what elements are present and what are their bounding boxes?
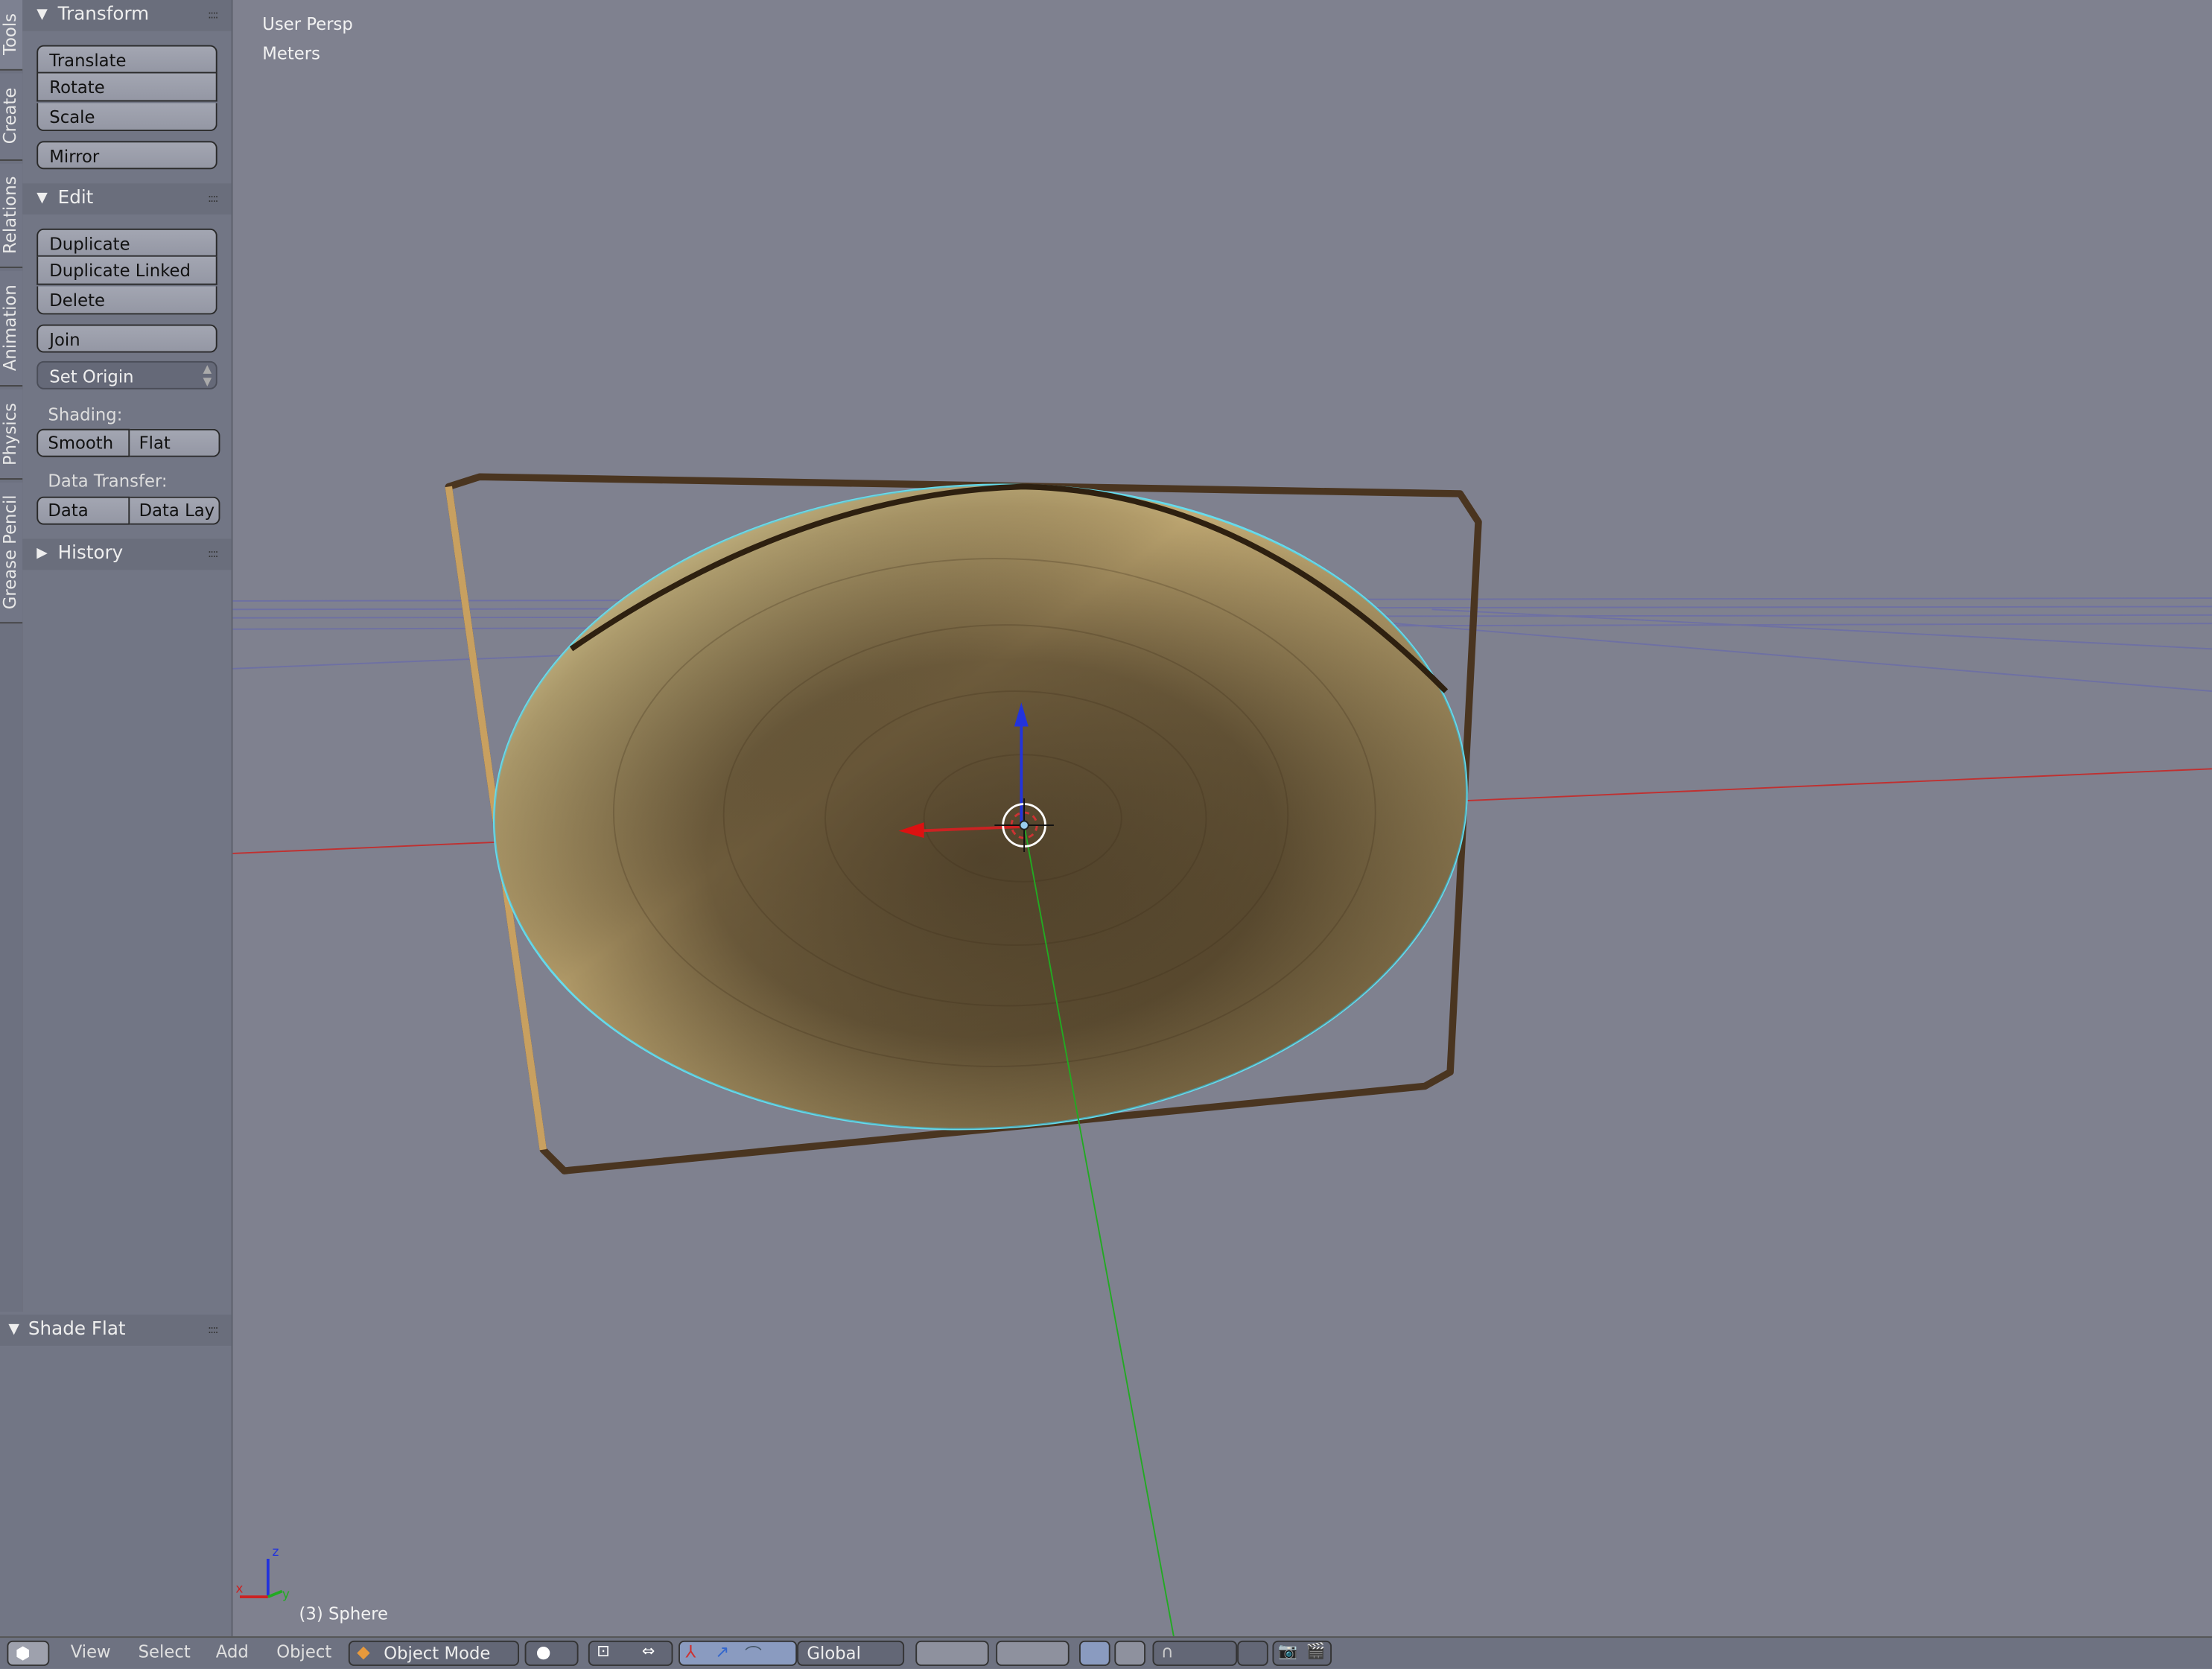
snap-target-icon[interactable] xyxy=(1237,1640,1268,1666)
set-origin-dropdown[interactable]: Set Origin ▲ ▼ xyxy=(36,360,217,390)
y-axis-label: y xyxy=(282,1588,290,1603)
transform-panel-header[interactable]: ▼ Transform:::: xyxy=(22,0,232,31)
mode-dropdown[interactable]: ◆ Object Mode xyxy=(348,1640,520,1666)
magnet-icon: ∩ xyxy=(1160,1641,1174,1662)
mirror-button[interactable]: Mirror xyxy=(36,141,217,170)
scale-manipulator-icon: ⌒ xyxy=(745,1644,762,1665)
z-axis-label: z xyxy=(272,1545,279,1560)
duplicate-linked-button[interactable]: Duplicate Linked xyxy=(36,256,217,285)
object-info: (3) Sphere xyxy=(299,1603,389,1624)
join-button[interactable]: Join xyxy=(36,324,217,353)
operator-panel: ▼ Shade Flat:::: xyxy=(0,1312,233,1637)
shade-flat-panel-header[interactable]: ▼ Shade Flat:::: xyxy=(0,1314,232,1346)
panel-title: History xyxy=(57,543,124,565)
updown-arrows-icon: ▲ ▼ xyxy=(203,362,212,388)
camera-icon: 📷 xyxy=(1278,1641,1298,1661)
smooth-button[interactable]: Smooth xyxy=(36,428,130,457)
scale-button[interactable]: Scale xyxy=(36,103,217,132)
snap-buttons[interactable]: ∩ xyxy=(1152,1640,1238,1666)
scene xyxy=(232,473,2212,1637)
data-layout-button[interactable]: Data Lay xyxy=(129,496,220,525)
orientation-label: Global xyxy=(807,1643,861,1664)
tab-create[interactable]: Create xyxy=(0,73,23,161)
edit-panel-header[interactable]: ▼ Edit:::: xyxy=(22,183,232,214)
tab-relations[interactable]: Relations xyxy=(0,163,23,268)
manipulator-type-buttons[interactable]: ⅄ ↗ ⌒ xyxy=(678,1640,798,1666)
data-transfer-buttons: Data Data Lay xyxy=(36,496,220,525)
object-mode-icon: ◆ xyxy=(357,1641,370,1662)
menu-select[interactable]: Select xyxy=(139,1642,191,1662)
collapse-arrow-icon: ▼ xyxy=(8,1321,19,1338)
expand-arrow-icon: ▶ xyxy=(36,546,48,562)
rotate-button[interactable]: Rotate xyxy=(36,73,217,102)
tool-tabs: Tools Create Relations Animation Physics… xyxy=(0,0,25,1312)
sphere-mesh xyxy=(493,483,1468,1131)
translate-button[interactable]: Translate xyxy=(36,45,217,74)
shading-label: Shading: xyxy=(48,404,123,425)
manipulator-toggle-icon: ⇔ xyxy=(641,1641,655,1661)
menu-add[interactable]: Add xyxy=(216,1642,249,1662)
delete-button[interactable]: Delete xyxy=(36,286,217,315)
tab-grease-pencil[interactable]: Grease Pencil xyxy=(0,482,23,624)
orientation-dropdown[interactable]: Global xyxy=(797,1640,905,1666)
drag-grip-icon[interactable]: :::: xyxy=(208,539,219,570)
history-panel-header[interactable]: ▶ History:::: xyxy=(22,538,232,570)
translate-manipulator-icon: ⅄ xyxy=(685,1641,696,1662)
data-transfer-label: Data Transfer: xyxy=(48,471,168,492)
layers-grid-2[interactable] xyxy=(996,1640,1070,1666)
viewport-header: ⬢ View Select Add Object ◆ Object Mode ● … xyxy=(0,1636,2212,1669)
duplicate-button[interactable]: Duplicate xyxy=(36,228,217,257)
layers-grid-1[interactable] xyxy=(915,1640,989,1666)
editor-type-button[interactable]: ⬢ xyxy=(7,1640,50,1666)
menu-object[interactable]: Object xyxy=(276,1642,331,1662)
collapse-arrow-icon: ▼ xyxy=(36,190,48,206)
set-origin-label: Set Origin xyxy=(49,366,134,387)
shading-buttons: Smooth Flat xyxy=(36,428,220,457)
render-buttons[interactable]: 📷 🎬 xyxy=(1272,1640,1332,1666)
lock-camera-icon[interactable] xyxy=(1078,1640,1110,1666)
tab-tools[interactable]: Tools xyxy=(0,0,23,71)
panel-title: Shade Flat xyxy=(28,1318,126,1341)
axis-widget xyxy=(239,1558,283,1599)
data-button[interactable]: Data xyxy=(36,496,130,525)
clapper-icon: 🎬 xyxy=(1306,1641,1326,1661)
units-label: Meters xyxy=(262,43,320,64)
panel-title: Edit xyxy=(57,187,94,209)
tab-animation[interactable]: Animation xyxy=(0,270,23,387)
mode-label: Object Mode xyxy=(384,1643,491,1664)
proportional-edit-icon[interactable] xyxy=(1114,1640,1146,1666)
viewport-shading-dropdown[interactable]: ● xyxy=(524,1640,579,1666)
x-axis-label: x xyxy=(235,1583,244,1598)
tool-shelf: ▼ Transform:::: Translate Rotate Scale Mi… xyxy=(22,0,233,1312)
view-name: User Persp xyxy=(262,13,353,34)
cube-icon: ⬢ xyxy=(15,1643,31,1664)
menu-view[interactable]: View xyxy=(71,1642,111,1662)
pivot-and-manipulator-buttons[interactable]: ⊡ ⇔ xyxy=(588,1640,673,1666)
rotate-manipulator-icon: ↗ xyxy=(715,1641,730,1662)
flat-button[interactable]: Flat xyxy=(129,428,220,457)
3d-viewport[interactable]: User Persp Meters (3) Sphere z x y xyxy=(232,0,2212,1637)
tab-physics[interactable]: Physics xyxy=(0,389,23,480)
collapse-arrow-icon: ▼ xyxy=(36,7,48,23)
panel-title: Transform xyxy=(57,4,150,26)
drag-grip-icon[interactable]: :::: xyxy=(208,0,219,31)
drag-grip-icon[interactable]: :::: xyxy=(208,183,219,214)
solid-sphere-icon: ● xyxy=(535,1641,551,1662)
drag-grip-icon[interactable]: :::: xyxy=(208,1314,219,1346)
pivot-icon: ⊡ xyxy=(597,1641,610,1661)
